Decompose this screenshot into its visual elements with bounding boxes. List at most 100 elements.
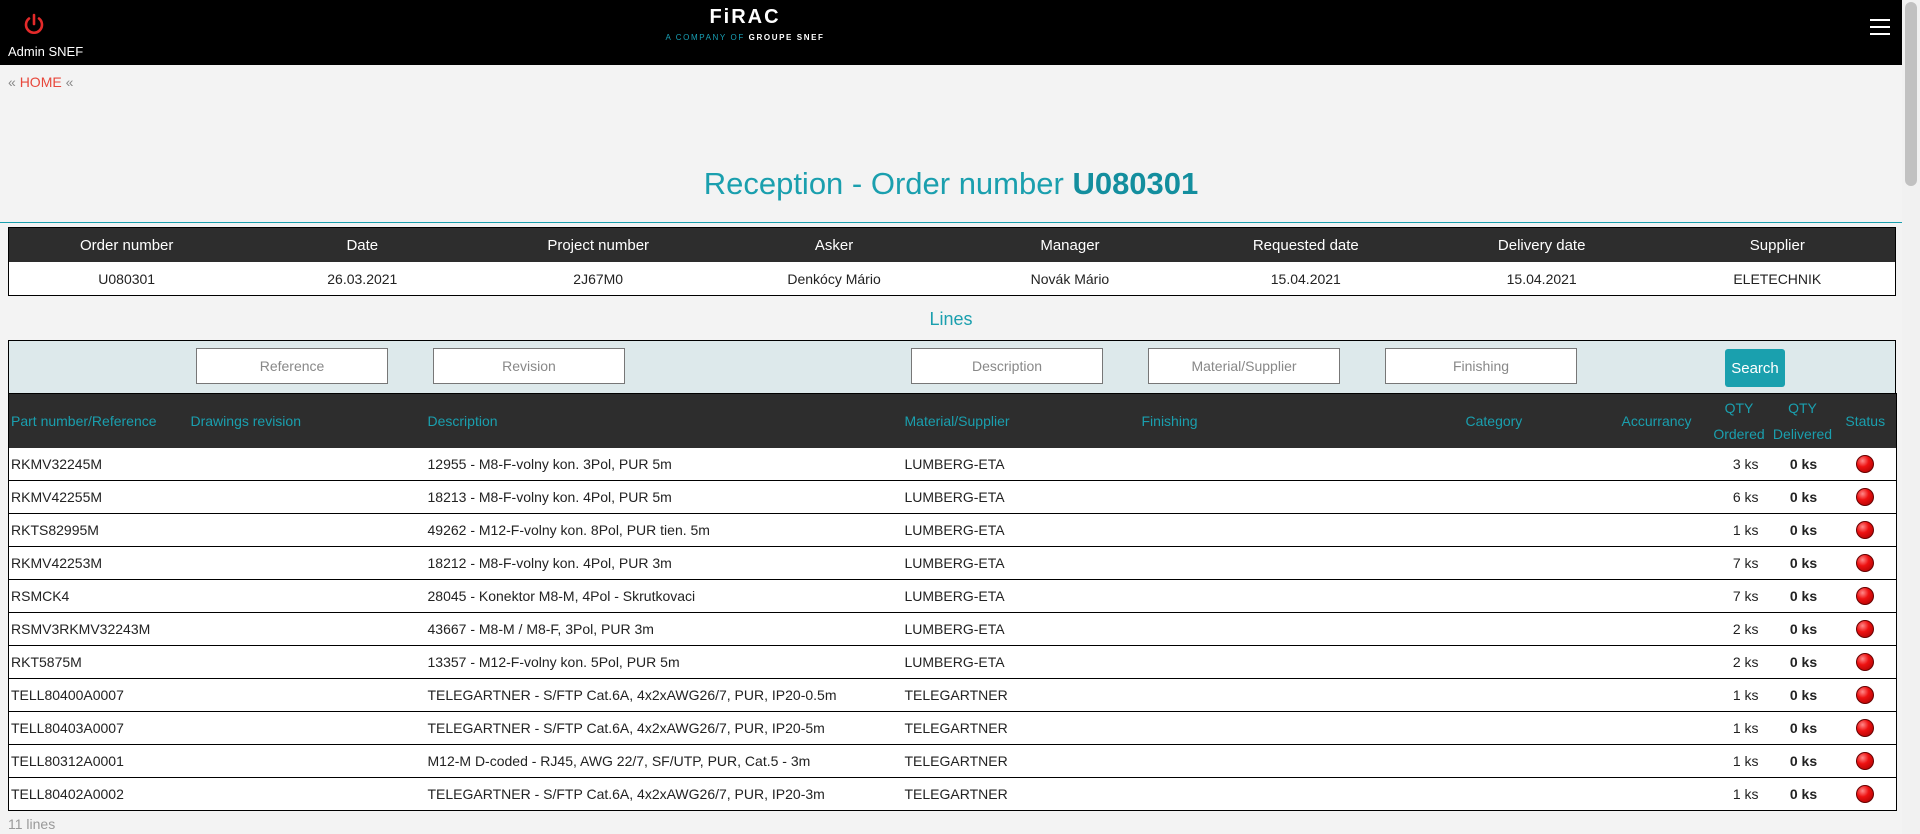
breadcrumb-suffix: « (65, 74, 74, 90)
qty-ordered-cell: 6 ks (1707, 480, 1771, 514)
status-red-dot-icon[interactable] (1856, 488, 1875, 507)
column-header-description[interactable]: Description (425, 393, 903, 448)
qty-ordered-label-2: Ordered (1713, 426, 1765, 442)
finishing-cell (1139, 448, 1464, 481)
material-supplier-filter-input[interactable] (1148, 348, 1340, 384)
logo-sub-brand: GROUPE SNEF (748, 33, 825, 42)
logo-text: FiRAC (709, 6, 781, 28)
status-cell (1834, 777, 1897, 811)
table-row[interactable]: RKMV42253M 18212 - M8-F-volny kon. 4Pol, … (8, 546, 1897, 580)
page-title-order-number: U080301 (1072, 166, 1199, 201)
status-red-dot-icon[interactable] (1856, 521, 1875, 540)
table-row[interactable]: TELL80400A0007 TELEGARTNER - S/FTP Cat.6A… (8, 678, 1897, 712)
table-row[interactable]: RSMV3RKMV32243M 43667 - M8-M / M8-F, 3Pol… (8, 612, 1897, 646)
summary-header-requested-date: Requested date (1187, 227, 1424, 262)
qty-ordered-cell: 2 ks (1707, 645, 1771, 679)
finishing-filter-input[interactable] (1385, 348, 1577, 384)
status-cell (1834, 546, 1897, 580)
category-cell (1463, 678, 1620, 712)
finishing-cell (1139, 744, 1464, 778)
part-number-cell: TELL80400A0007 (8, 678, 189, 712)
summary-requested-date: 15.04.2021 (1187, 262, 1424, 296)
description-filter-input[interactable] (911, 348, 1103, 384)
drawings-revision-cell (188, 777, 426, 811)
reference-filter-input[interactable] (196, 348, 388, 384)
summary-manager: Novák Mário (952, 262, 1188, 296)
status-red-dot-icon[interactable] (1856, 620, 1875, 639)
column-header-part-number[interactable]: Part number/Reference (8, 393, 189, 448)
status-red-dot-icon[interactable] (1856, 554, 1875, 573)
column-header-drawings-revision[interactable]: Drawings revision (188, 393, 426, 448)
revision-filter-input[interactable] (433, 348, 625, 384)
part-number-cell: RKMV42255M (8, 480, 189, 514)
qty-delivered-cell: 0 ks (1770, 480, 1835, 514)
filter-bar: Search (8, 340, 1896, 393)
finishing-cell (1139, 645, 1464, 679)
column-header-qty-ordered[interactable]: QTY Ordered (1707, 393, 1771, 448)
breadcrumb-home-link[interactable]: HOME (20, 74, 62, 90)
qty-delivered-cell: 0 ks (1770, 678, 1835, 712)
accuracy-cell (1619, 480, 1708, 514)
top-bar: Admin SNEF FiRAC A COMPANY OF GROUPE SNE… (0, 0, 1902, 65)
status-red-dot-icon[interactable] (1856, 686, 1875, 705)
status-red-dot-icon[interactable] (1856, 785, 1875, 804)
status-red-dot-icon[interactable] (1856, 455, 1875, 474)
column-header-status[interactable]: Status (1834, 393, 1897, 448)
hamburger-menu-icon[interactable] (1870, 19, 1890, 37)
description-cell: TELEGARTNER - S/FTP Cat.6A, 4x2xAWG26/7,… (425, 678, 903, 712)
finishing-cell (1139, 711, 1464, 745)
material-supplier-cell: TELEGARTNER (902, 711, 1140, 745)
page-title: Reception - Order number U080301 (0, 166, 1902, 202)
accuracy-cell (1619, 579, 1708, 613)
table-row[interactable]: RKTS82995M 49262 - M12-F-volny kon. 8Pol,… (8, 513, 1897, 547)
status-red-dot-icon[interactable] (1856, 653, 1875, 672)
table-row[interactable]: RSMCK4 28045 - Konektor M8-M, 4Pol - Skru… (8, 579, 1897, 613)
material-supplier-cell: TELEGARTNER (902, 744, 1140, 778)
user-name: Admin SNEF (8, 44, 84, 59)
page-scrollbar[interactable] (1902, 0, 1920, 834)
table-row[interactable]: TELL80403A0007 TELEGARTNER - S/FTP Cat.6A… (8, 711, 1897, 745)
search-button[interactable]: Search (1725, 349, 1785, 387)
category-cell (1463, 579, 1620, 613)
status-cell (1834, 612, 1897, 646)
summary-header-row: Order number Date Project number Asker M… (8, 227, 1896, 262)
accuracy-cell (1619, 744, 1708, 778)
table-row[interactable]: RKT5875M 13357 - M12-F-volny kon. 5Pol, P… (8, 645, 1897, 679)
power-icon[interactable] (22, 13, 46, 37)
column-header-material-supplier[interactable]: Material/Supplier (902, 393, 1140, 448)
part-number-cell: TELL80402A0002 (8, 777, 189, 811)
column-header-category[interactable]: Category (1463, 393, 1620, 448)
category-cell (1463, 744, 1620, 778)
table-row[interactable]: TELL80312A0001 M12-M D-coded - RJ45, AWG … (8, 744, 1897, 778)
summary-order-number: U080301 (8, 262, 245, 296)
description-cell: 43667 - M8-M / M8-F, 3Pol, PUR 3m (425, 612, 903, 646)
company-logo[interactable]: FiRAC A COMPANY OF GROUPE SNEF (650, 6, 840, 42)
status-red-dot-icon[interactable] (1856, 752, 1875, 771)
description-cell: TELEGARTNER - S/FTP Cat.6A, 4x2xAWG26/7,… (425, 777, 903, 811)
column-header-qty-delivered[interactable]: QTY Delivered (1770, 393, 1835, 448)
material-supplier-cell: TELEGARTNER (902, 777, 1140, 811)
accuracy-cell (1619, 513, 1708, 547)
order-summary-table: Order number Date Project number Asker M… (8, 227, 1896, 296)
status-red-dot-icon[interactable] (1856, 587, 1875, 606)
table-row[interactable]: RKMV32245M 12955 - M8-F-volny kon. 3Pol, … (8, 448, 1897, 481)
finishing-cell (1139, 678, 1464, 712)
material-supplier-cell: LUMBERG-ETA (902, 546, 1140, 580)
part-number-cell: RKTS82995M (8, 513, 189, 547)
scrollbar-thumb[interactable] (1905, 2, 1917, 186)
drawings-revision-cell (188, 448, 426, 481)
qty-ordered-label-1: QTY (1724, 400, 1754, 416)
status-red-dot-icon[interactable] (1856, 719, 1875, 738)
table-row[interactable]: TELL80402A0002 TELEGARTNER - S/FTP Cat.6A… (8, 777, 1897, 811)
description-cell: 18212 - M8-F-volny kon. 4Pol, PUR 3m (425, 546, 903, 580)
table-row[interactable]: RKMV42255M 18213 - M8-F-volny kon. 4Pol, … (8, 480, 1897, 514)
column-header-accuracy[interactable]: Accurrancy (1619, 393, 1708, 448)
qty-delivered-label-1: QTY (1788, 400, 1817, 416)
qty-ordered-cell: 1 ks (1707, 513, 1771, 547)
accuracy-cell (1619, 546, 1708, 580)
lines-header-row: Part number/Reference Drawings revision … (8, 393, 1897, 448)
part-number-cell: RKT5875M (8, 645, 189, 679)
summary-date: 26.03.2021 (244, 262, 481, 296)
column-header-finishing[interactable]: Finishing (1139, 393, 1464, 448)
lines-table-body: RKMV32245M 12955 - M8-F-volny kon. 3Pol, … (8, 448, 1897, 811)
